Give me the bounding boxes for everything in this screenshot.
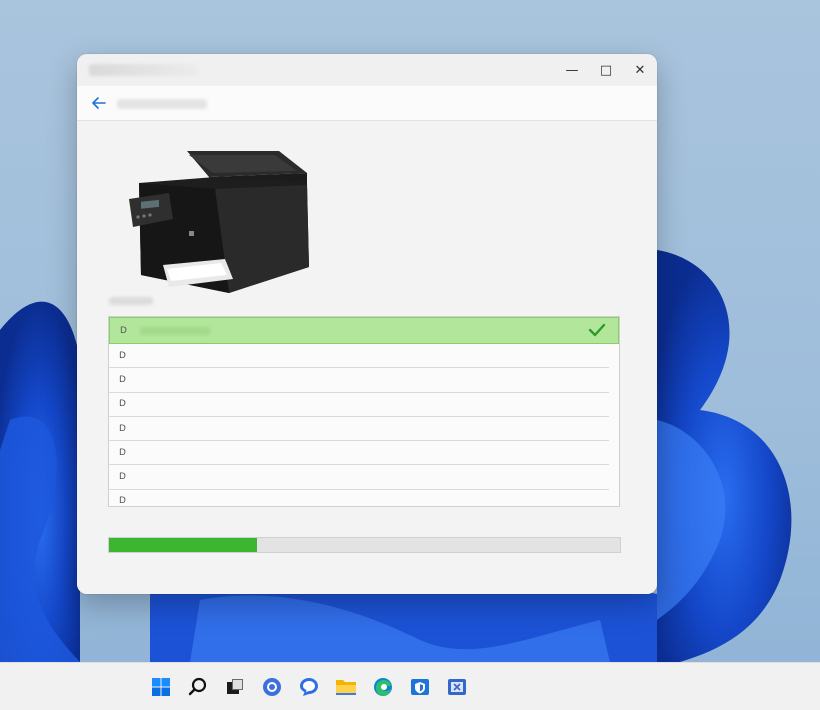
list-item[interactable]: D [109,465,609,490]
list-item[interactable]: D [109,344,609,369]
list-item-label: D [120,325,127,336]
list-item-label: D [119,447,126,458]
teams-icon[interactable] [259,674,285,700]
security-icon[interactable] [407,674,433,700]
printer-setup-window: — □ ✕ D D D D D D D D [77,54,657,594]
edge-icon[interactable] [370,674,396,700]
section-label [109,297,153,305]
list-item-label: D [119,423,126,434]
list-item[interactable]: D [109,441,609,466]
list-item[interactable]: D [109,417,609,442]
list-item-label: D [119,472,126,483]
list-item-label: D [119,496,126,507]
nav-bar [77,86,657,121]
close-button[interactable]: ✕ [623,54,657,86]
windows-start-icon[interactable] [148,674,174,700]
list-item[interactable]: D [109,368,609,393]
progress-fill [109,538,258,552]
progress-bar [108,537,621,553]
maximize-button[interactable]: □ [589,54,623,86]
task-view-icon[interactable] [222,674,248,700]
list-item-label: D [119,374,126,385]
title-bar: — □ ✕ [77,54,657,86]
file-explorer-icon[interactable] [333,674,359,700]
list-item[interactable]: D [109,490,609,513]
checkmark-icon [588,323,606,337]
list-item[interactable]: D [109,317,619,344]
back-arrow-icon [92,97,106,109]
taskbar [0,662,820,710]
list-item-label: D [119,350,126,361]
list-item[interactable]: D [109,393,609,417]
list-item-label: D [119,399,126,410]
device-list: D D D D D D D D [108,316,620,507]
search-icon[interactable] [185,674,211,700]
content-area: D D D D D D D D [77,121,657,594]
chat-icon[interactable] [296,674,322,700]
printer-image [129,151,309,293]
window-title [89,64,199,76]
nav-title [117,99,207,109]
back-button[interactable] [89,94,109,112]
minimize-button[interactable]: — [555,54,589,86]
store-icon[interactable] [444,674,470,700]
